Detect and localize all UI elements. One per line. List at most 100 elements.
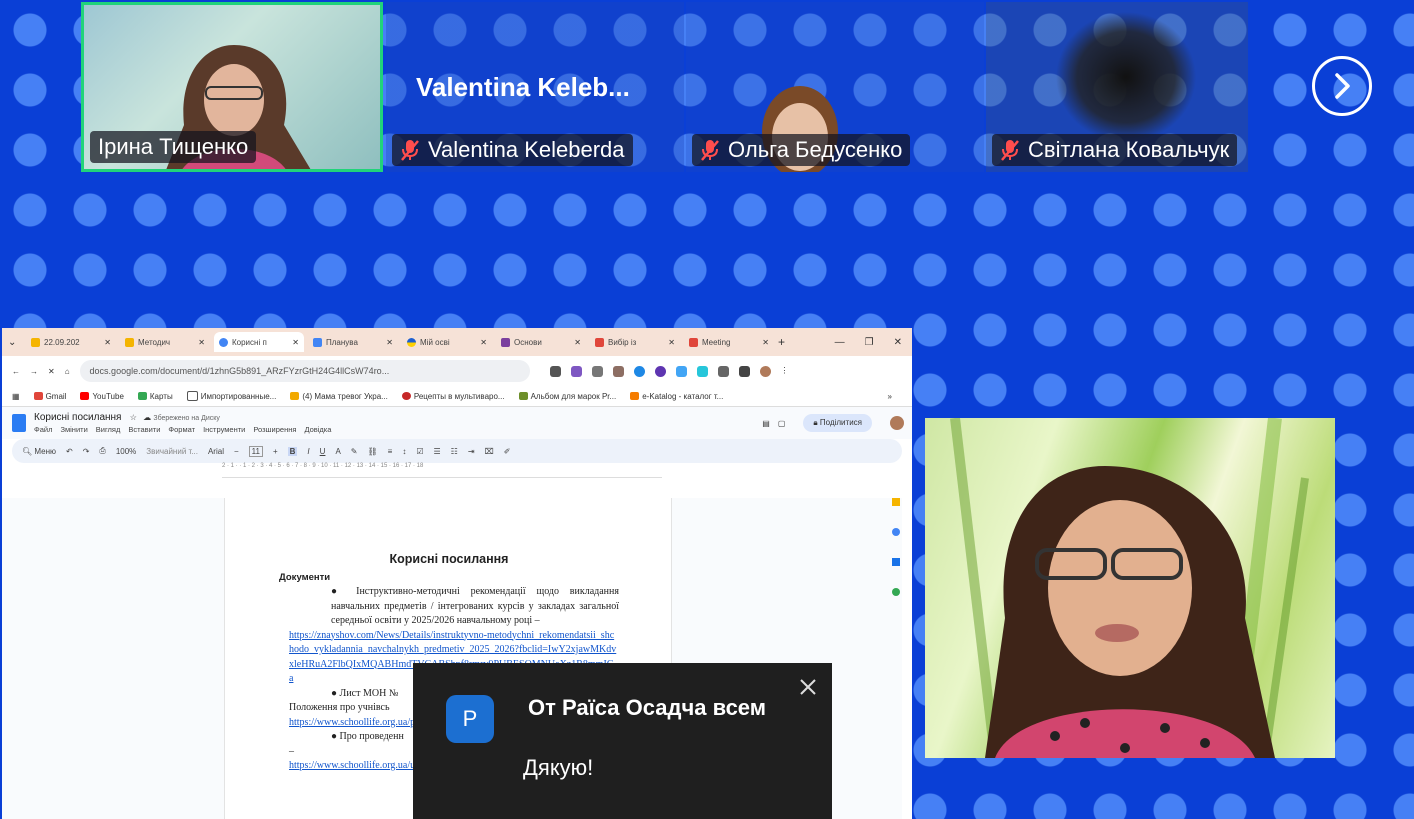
bookmark[interactable]: Gmail bbox=[33, 392, 66, 401]
bookmarks-bar: ▦ Gmail YouTube Карты Импортированные...… bbox=[2, 386, 912, 407]
tab-list-dropdown[interactable]: ⌄ bbox=[8, 337, 22, 348]
browser-tab-active[interactable]: Корисні п ✕ bbox=[214, 332, 304, 352]
star-icon[interactable]: ☆ bbox=[130, 413, 137, 422]
next-participants-button[interactable] bbox=[1312, 56, 1372, 116]
avatar[interactable] bbox=[759, 365, 771, 377]
browser-tab[interactable]: Планува ✕ bbox=[308, 332, 398, 352]
extension-icon[interactable] bbox=[633, 365, 645, 377]
highlight-icon[interactable]: ✎ bbox=[351, 447, 358, 456]
editing-mode-icon[interactable]: ✐ bbox=[504, 447, 511, 456]
tasks-icon[interactable] bbox=[892, 528, 900, 536]
menu-search-input[interactable]: 🔍︎ Меню bbox=[22, 447, 56, 456]
font-decrease-icon[interactable]: − bbox=[234, 447, 239, 456]
home-icon[interactable]: ⌂ bbox=[65, 367, 70, 376]
align-icon[interactable]: ≡ bbox=[388, 447, 393, 456]
menu-help[interactable]: Довідка bbox=[304, 425, 331, 434]
browser-tab[interactable]: Meeting ✕ bbox=[684, 332, 774, 352]
link-icon[interactable] bbox=[738, 365, 750, 377]
extension-icon[interactable] bbox=[570, 365, 582, 377]
bookmark[interactable]: Карты bbox=[137, 392, 173, 401]
participant-tile-4[interactable]: Світлана Ковальчук bbox=[986, 2, 1248, 172]
numbered-list-icon[interactable]: ☷ bbox=[451, 447, 458, 456]
text-color-icon[interactable]: A bbox=[335, 447, 340, 456]
menu-tools[interactable]: Інструменти bbox=[203, 425, 245, 434]
browser-tab[interactable]: Основи ✕ bbox=[496, 332, 586, 352]
font-select[interactable]: Arial bbox=[208, 447, 224, 456]
bookmark[interactable]: Импортированные... bbox=[186, 391, 276, 401]
extension-icon[interactable] bbox=[612, 365, 624, 377]
redo-icon[interactable]: ↷ bbox=[83, 447, 90, 456]
clear-format-icon[interactable]: ⌧ bbox=[485, 447, 494, 456]
indent-icon[interactable]: ⇥ bbox=[468, 447, 475, 456]
font-size-input[interactable]: 11 bbox=[248, 445, 263, 457]
chat-notification[interactable]: Р От Раїса Осадча всем Дякую! bbox=[413, 663, 832, 819]
close-tab-icon[interactable]: ✕ bbox=[104, 338, 111, 347]
bookmark[interactable]: Альбом для марок Pr... bbox=[518, 392, 616, 401]
new-tab-icon[interactable]: + bbox=[778, 335, 785, 349]
participant-tile-1[interactable]: Ірина Тищенко bbox=[81, 2, 383, 172]
menu-view[interactable]: Вигляд bbox=[96, 425, 121, 434]
close-tab-icon[interactable]: ✕ bbox=[198, 338, 205, 347]
browser-tab[interactable]: Методич ✕ bbox=[120, 332, 210, 352]
underline-icon[interactable]: U bbox=[320, 447, 326, 456]
font-increase-icon[interactable]: + bbox=[273, 447, 278, 456]
reload-icon[interactable]: ✕ bbox=[48, 367, 55, 376]
close-tab-icon[interactable]: ✕ bbox=[480, 338, 487, 347]
link-icon[interactable]: ⛓ bbox=[367, 447, 377, 456]
print-icon[interactable]: ⎙ bbox=[99, 446, 105, 456]
maps-icon[interactable] bbox=[892, 588, 900, 596]
contacts-icon[interactable] bbox=[892, 558, 900, 566]
avatar[interactable] bbox=[890, 416, 904, 430]
extension-icon[interactable] bbox=[654, 365, 666, 377]
close-tab-icon[interactable]: ✕ bbox=[386, 338, 393, 347]
participant-name: Ірина Тищенко bbox=[98, 134, 249, 159]
keep-icon[interactable] bbox=[892, 498, 900, 506]
apps-icon[interactable]: ▦ bbox=[12, 392, 20, 401]
close-notification-button[interactable] bbox=[796, 675, 820, 699]
bookmark[interactable]: YouTube bbox=[80, 392, 124, 401]
comment-icon[interactable]: ▤ bbox=[762, 419, 770, 428]
extension-icon[interactable] bbox=[696, 365, 708, 377]
close-window-icon[interactable]: ✕ bbox=[894, 337, 902, 348]
maximize-icon[interactable]: ❐ bbox=[865, 337, 874, 348]
puzzle-icon[interactable] bbox=[717, 365, 729, 377]
bullet-list-icon[interactable]: ☰ bbox=[433, 447, 440, 456]
extension-icon[interactable] bbox=[675, 365, 687, 377]
browser-tab[interactable]: Мій осві ✕ bbox=[402, 332, 492, 352]
style-select[interactable]: Звичайний т... bbox=[146, 447, 198, 456]
participant-tile-2[interactable]: Valentina Keleb... Valentina Keleberda bbox=[386, 2, 684, 172]
close-tab-icon[interactable]: ✕ bbox=[762, 338, 769, 347]
close-tab-icon[interactable]: ✕ bbox=[292, 338, 299, 347]
menu-extensions[interactable]: Розширення bbox=[253, 425, 296, 434]
active-speaker-video[interactable] bbox=[925, 418, 1335, 758]
undo-icon[interactable]: ↶ bbox=[66, 447, 73, 456]
participant-tile-3[interactable]: Ольга Бедусенко bbox=[686, 2, 984, 172]
italic-icon[interactable]: I bbox=[307, 447, 309, 456]
bold-icon[interactable]: B bbox=[287, 446, 298, 456]
more-icon[interactable]: ⋮ bbox=[781, 366, 789, 377]
menu-file[interactable]: Файл bbox=[34, 425, 52, 434]
menu-edit[interactable]: Змінити bbox=[60, 425, 87, 434]
forward-icon[interactable]: → bbox=[30, 367, 38, 376]
meet-icon[interactable]: ▢ bbox=[778, 419, 786, 428]
extension-icon[interactable] bbox=[591, 365, 603, 377]
close-tab-icon[interactable]: ✕ bbox=[668, 338, 675, 347]
bookmark[interactable]: Рецепты в мультиваро... bbox=[401, 392, 505, 401]
line-spacing-icon[interactable]: ↕ bbox=[402, 447, 406, 456]
more-bookmarks-icon[interactable]: » bbox=[888, 392, 892, 401]
url-input[interactable]: docs.google.com/document/d/1zhnG5b891_AR… bbox=[79, 360, 530, 382]
menu-format[interactable]: Формат bbox=[168, 425, 195, 434]
minimize-icon[interactable]: — bbox=[835, 337, 845, 348]
share-button[interactable]: 🔒︎ Поділитися bbox=[803, 414, 872, 432]
extension-icon[interactable] bbox=[549, 365, 561, 377]
browser-tab[interactable]: Вибір із ✕ bbox=[590, 332, 680, 352]
checklist-icon[interactable]: ☑ bbox=[416, 447, 423, 456]
back-icon[interactable]: ← bbox=[12, 367, 20, 376]
bookmark[interactable]: (4) Мама тревог Укра... bbox=[290, 392, 388, 401]
bookmark[interactable]: e-Katalog - каталог т... bbox=[630, 392, 723, 401]
doc-title[interactable]: Корисні посилання bbox=[34, 412, 121, 423]
menu-insert[interactable]: Вставити bbox=[128, 425, 160, 434]
browser-tab[interactable]: 22.09.202 ✕ bbox=[26, 332, 116, 352]
close-tab-icon[interactable]: ✕ bbox=[574, 338, 581, 347]
zoom-select[interactable]: 100% bbox=[116, 447, 136, 456]
